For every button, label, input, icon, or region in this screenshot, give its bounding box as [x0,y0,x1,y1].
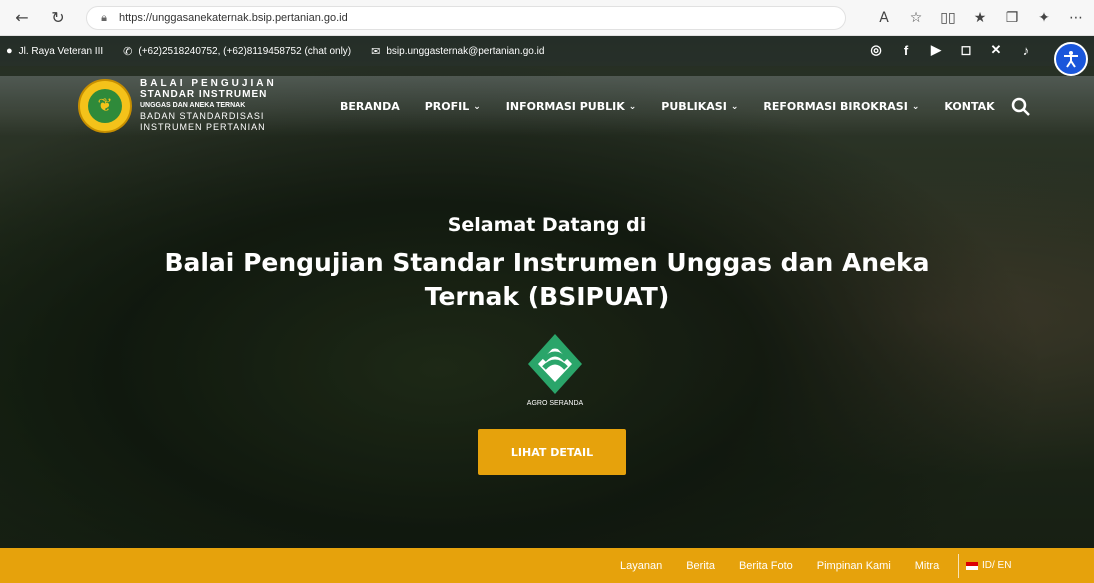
lihat-detail-button[interactable]: LIHAT DETAIL [478,429,626,475]
webpage: ● Jl. Raya Veteran III ✆ (+62)2518240752… [0,36,1094,583]
x-icon[interactable]: ✕ [988,42,1004,58]
location-pin-icon: ● [6,45,13,57]
url-text[interactable]: https://unggasanekaternak.bsip.pertanian… [119,12,348,24]
hero-welcome: Selamat Datang di [447,214,647,236]
site-logo[interactable]: ❦ BALAI PENGUJIAN STANDAR INSTRUMEN UNGG… [78,78,277,133]
site-header: ❦ BALAI PENGUJIAN STANDAR INSTRUMEN UNGG… [0,70,1094,150]
email-text[interactable]: bsip.unggasternak@pertanian.go.id [386,46,544,57]
top-info-bar: ● Jl. Raya Veteran III ✆ (+62)2518240752… [0,36,1094,66]
phone-item[interactable]: ✆ (+62)2518240752, (+62)8119458752 (chat… [123,45,351,58]
logo-line-1: BALAI PENGUJIAN [140,78,277,89]
hero-title-line-1: Balai Pengujian Standar Instrumen Unggas… [164,248,930,277]
flag-icon [966,561,978,570]
logo-line-4: BADAN STANDARDISASI [140,111,265,121]
agro-seranda-logo-icon [528,334,582,394]
favorites-bar-icon[interactable]: ★ [968,6,992,30]
hero-section: Selamat Datang di Balai Pengujian Standa… [0,214,1094,314]
link-berita-foto[interactable]: Berita Foto [739,560,793,572]
logo-line-5: INSTRUMEN PERTANIAN [140,122,266,132]
nav-item-beranda[interactable]: BERANDA [340,100,400,113]
link-mitra[interactable]: Mitra [915,560,939,572]
hero-logo-caption: AGRO SERANDA [526,400,584,407]
nav-item-kontak[interactable]: KONTAK [944,100,994,113]
nav-item-informasi-publik[interactable]: INFORMASI PUBLIK ⌄ [506,100,637,113]
search-icon[interactable] [1010,96,1032,118]
youtube-icon[interactable]: ▶ [928,42,944,58]
nav-item-reformasi-birokrasi[interactable]: REFORMASI BIROKRASI ⌄ [763,100,919,113]
address-text: Jl. Raya Veteran III [18,45,104,57]
phone-text[interactable]: (+62)2518240752, (+62)8119458752 (chat o… [138,46,351,57]
chevron-down-icon: ⌄ [730,101,739,112]
logo-line-2: STANDAR INSTRUMEN [140,89,268,100]
chevron-down-icon: ⌄ [473,101,481,112]
email-item[interactable]: ✉ bsip.unggasternak@pertanian.go.id [371,45,544,58]
address-item: ● Jl. Raya Veteran III [6,45,103,57]
facebook-icon[interactable]: f [898,42,914,58]
more-icon[interactable]: ⋯ [1064,6,1088,30]
bottom-bar: Layanan Berita Berita Foto Pimpinan Kami… [0,548,1094,583]
nav-item-publikasi[interactable]: PUBLIKASI ⌄ [661,100,738,113]
tiktok-icon[interactable]: ♪ [1018,42,1034,58]
collections-icon[interactable]: ❐ [1000,6,1024,30]
back-icon[interactable]: ← [8,4,36,32]
email-icon: ✉ [371,45,381,58]
chevron-down-icon: ⌄ [911,101,920,112]
logo-text: BALAI PENGUJIAN STANDAR INSTRUMEN UNGGAS… [140,78,277,133]
nav-label: PROFIL [424,100,470,113]
whatsapp-icon[interactable]: ◎ [868,42,884,58]
extensions-icon[interactable]: ✦ [1032,6,1056,30]
refresh-icon[interactable]: ↻ [44,4,72,32]
main-navigation: BERANDA PROFIL ⌄ INFORMASI PUBLIK ⌄ PUBLIK… [340,100,1020,113]
language-switcher[interactable]: ID/ EN [966,548,1011,583]
link-berita[interactable]: Berita [686,560,715,572]
link-layanan[interactable]: Layanan [620,560,662,572]
read-aloud-label: A [879,10,889,26]
nav-label: INFORMASI PUBLIK [505,100,625,113]
read-aloud-icon[interactable]: A [872,6,896,30]
chevron-down-icon: ⌄ [628,101,637,112]
phone-icon: ✆ [123,45,133,58]
address-bar[interactable]: 🔒︎ https://unggasanekaternak.bsip.pertan… [86,5,846,30]
browser-toolbar: ← ↻ 🔒︎ https://unggasanekaternak.bsip.pe… [0,0,1094,36]
nav-label: PUBLIKASI [661,100,727,113]
logo-line-3: UNGGAS DAN ANEKA TERNAK [140,102,246,109]
favorite-icon[interactable]: ☆ [904,6,928,30]
accessibility-icon[interactable] [1054,42,1088,76]
browser-actions: A ☆ ▯▯ ★ ❐ ✦ ⋯ [872,4,1088,32]
nav-label: REFORMASI BIROKRASI [763,100,908,113]
hero-title-line-2: Ternak (BSIPUAT) [424,282,670,311]
divider [958,554,959,578]
ministry-emblem-icon: ❦ [78,78,132,133]
nav-label: BERANDA [340,100,400,113]
nav-label: KONTAK [944,100,995,113]
split-screen-icon[interactable]: ▯▯ [936,6,960,30]
language-label[interactable]: ID/ EN [982,560,1011,571]
nav-item-profil[interactable]: PROFIL ⌄ [425,100,481,113]
hero-title: Balai Pengujian Standar Instrumen Unggas… [0,246,1094,314]
bottom-links: Layanan Berita Berita Foto Pimpinan Kami… [620,548,963,583]
lock-icon[interactable]: 🔒︎ [97,11,111,25]
link-pimpinan-kami[interactable]: Pimpinan Kami [817,560,891,572]
instagram-icon[interactable]: ◻ [958,42,974,58]
social-links: ◎ f ▶ ◻ ✕ ♪ [868,42,1034,58]
